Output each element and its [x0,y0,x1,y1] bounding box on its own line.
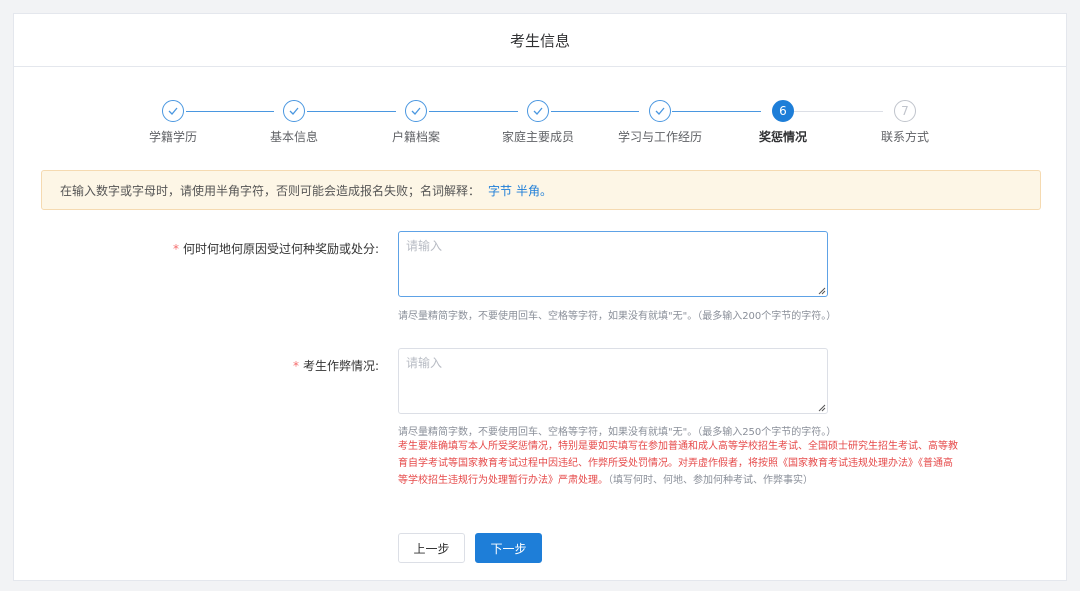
step-label: 户籍档案 [391,130,440,144]
awards-label: * 何时何地何原因受过何种奖励或处分: [173,240,379,257]
step-2: 基本信息 [234,100,354,145]
step-7: 7 联系方式 [845,100,965,145]
progress-steps: 学籍学历 基本信息 户籍档案 家庭主要成员 学习与工作经历 6 奖惩情况 7 联系方式 [14,100,1068,150]
prev-step-button[interactable]: 上一步 [398,533,465,563]
step-4: 家庭主要成员 [478,100,598,145]
step-number: 6 [772,100,794,122]
page-title: 考生信息 [14,14,1066,67]
step-label: 学籍学历 [148,130,197,144]
cheating-warning: 考生要准确填写本人所受奖惩情况，特别是要如实填写在参加普通和成人高等学校招生考试… [398,438,958,489]
cheating-textarea[interactable] [398,348,828,414]
input-notice: 在输入数字或字母时，请使用半角字符，否则可能会造成报名失败；名词解释： 字节 半… [41,170,1041,210]
step-3: 户籍档案 [356,100,476,145]
step-label: 联系方式 [880,130,929,144]
cheating-hint: 请尽量精简字数，不要使用回车、空格等字符，如果没有就填"无"。（最多输入250个… [398,427,837,438]
step-1: 学籍学历 [113,100,233,145]
step-5: 学习与工作经历 [600,100,720,145]
awards-hint: 请尽量精简字数，不要使用回车、空格等字符，如果没有就填"无"。（最多输入200个… [398,311,837,322]
check-icon [527,100,549,122]
step-number: 7 [894,100,916,122]
check-icon [405,100,427,122]
check-icon [162,100,184,122]
halfwidth-link[interactable]: 半角。 [516,182,552,199]
step-label: 学习与工作经历 [617,130,702,144]
warning-note: （填写何时、何地、参加何种考试、作弊事实） [608,475,813,486]
step-label: 奖惩情况 [758,130,807,144]
cheating-label: * 考生作弊情况: [293,357,379,374]
check-icon [283,100,305,122]
required-mark: * [172,242,179,256]
step-6: 6 奖惩情况 [723,100,843,145]
step-label: 基本信息 [269,130,318,144]
next-step-button[interactable]: 下一步 [475,533,542,563]
student-info-panel: 考生信息 学籍学历 基本信息 户籍档案 家庭主要成员 学习与工作经历 6 奖惩情况 7 联系方式… [13,13,1067,581]
awards-textarea[interactable] [398,231,828,297]
required-mark: * [292,359,299,373]
check-icon [649,100,671,122]
notice-text: 在输入数字或字母时，请使用半角字符，否则可能会造成报名失败；名词解释： [60,183,481,198]
step-label: 家庭主要成员 [501,130,574,144]
byte-link[interactable]: 字节 [488,182,512,199]
cheating-label-text: 考生作弊情况: [302,359,379,373]
awards-label-text: 何时何地何原因受过何种奖励或处分: [182,242,379,256]
